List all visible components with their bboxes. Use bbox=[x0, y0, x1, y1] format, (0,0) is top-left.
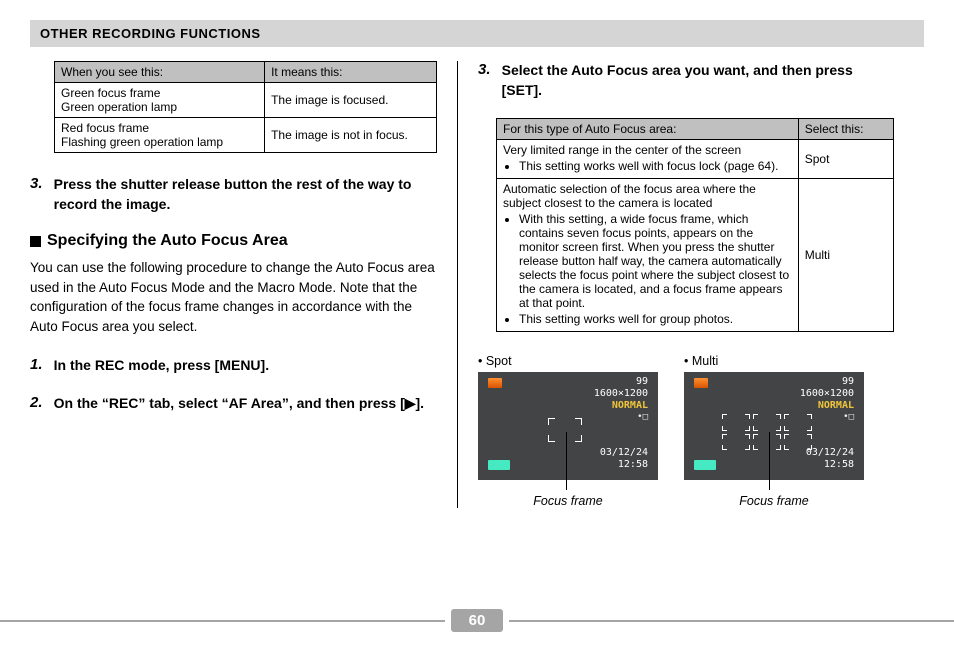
cell-text: Flashing green operation lamp bbox=[61, 135, 258, 149]
cell-text: The image is not in focus. bbox=[265, 118, 437, 153]
cell-text: Automatic selection of the focus area wh… bbox=[503, 182, 792, 210]
bullet-text: This setting works well with focus lock … bbox=[519, 159, 792, 173]
lcd-screen-multi: 99 1600×1200 NORMAL •□ 03/12/24 12:58 bbox=[684, 372, 864, 480]
cell-text: Red focus frame bbox=[61, 121, 258, 135]
af-area-table: For this type of Auto Focus area: Select… bbox=[496, 118, 894, 332]
shots-remaining: 99 bbox=[636, 376, 648, 387]
multi-label: • Multi bbox=[684, 354, 864, 368]
memory-icon: •□ bbox=[843, 412, 854, 422]
step-2: 2. On the “REC” tab, select “AF Area”, a… bbox=[30, 394, 437, 414]
page-number: 60 bbox=[451, 609, 504, 632]
table-row: Red focus frame Flashing green operation… bbox=[55, 118, 437, 153]
section-header: OTHER RECORDING FUNCTIONS bbox=[30, 20, 924, 47]
bullet-text: With this setting, a wide focus frame, w… bbox=[519, 212, 792, 310]
footer-rule bbox=[509, 620, 954, 622]
memory-icon: •□ bbox=[637, 412, 648, 422]
step-3-right: 3. Select the Auto Focus area you want, … bbox=[478, 61, 894, 100]
af-multi-desc: Automatic selection of the focus area wh… bbox=[497, 179, 799, 332]
multi-focus-frame bbox=[722, 414, 812, 450]
square-bullet-icon bbox=[30, 236, 41, 247]
cell-text: Green operation lamp bbox=[61, 100, 258, 114]
subheading: Specifying the Auto Focus Area bbox=[30, 232, 437, 250]
step-number: 1. bbox=[30, 356, 50, 373]
step-number: 3. bbox=[30, 175, 50, 192]
example-screens: • Spot 99 1600×1200 NORMAL •□ 03/12/24 1… bbox=[478, 354, 894, 508]
step-1: 1. In the REC mode, press [MENU]. bbox=[30, 356, 437, 376]
cell-text: Very limited range in the center of the … bbox=[503, 143, 792, 157]
content-columns: When you see this: It means this: Green … bbox=[30, 61, 924, 508]
step-body: In the REC mode, press [MENU]. bbox=[54, 356, 435, 376]
af-spot-desc: Very limited range in the center of the … bbox=[497, 140, 799, 179]
battery-icon bbox=[694, 460, 716, 470]
record-icon bbox=[488, 378, 502, 388]
th-see: When you see this: bbox=[55, 62, 265, 83]
af-multi-select: Multi bbox=[798, 179, 893, 332]
focus-status-table: When you see this: It means this: Green … bbox=[54, 61, 437, 153]
th-select: Select this: bbox=[798, 119, 893, 140]
right-column: 3. Select the Auto Focus area you want, … bbox=[458, 61, 894, 508]
lcd-screen-spot: 99 1600×1200 NORMAL •□ 03/12/24 12:58 bbox=[478, 372, 658, 480]
footer-rule bbox=[0, 620, 445, 622]
multi-example: • Multi 99 1600×1200 NORMAL •□ 03/12/24 … bbox=[684, 354, 864, 508]
shots-remaining: 99 bbox=[842, 376, 854, 387]
record-icon bbox=[694, 378, 708, 388]
step-body: On the “REC” tab, select “AF Area”, and … bbox=[54, 394, 435, 414]
step-body: Select the Auto Focus area you want, and… bbox=[502, 61, 892, 100]
th-af-type: For this type of Auto Focus area: bbox=[497, 119, 799, 140]
cell-text: Green focus frame bbox=[61, 86, 258, 100]
intro-paragraph: You can use the following procedure to c… bbox=[30, 258, 437, 336]
quality-text: NORMAL bbox=[612, 400, 648, 411]
time-text: 12:58 bbox=[824, 459, 854, 470]
resolution-text: 1600×1200 bbox=[594, 388, 648, 399]
step-number: 2. bbox=[30, 394, 50, 411]
step-number: 3. bbox=[478, 61, 498, 78]
left-column: When you see this: It means this: Green … bbox=[30, 61, 458, 508]
th-means: It means this: bbox=[265, 62, 437, 83]
date-text: 03/12/24 bbox=[806, 447, 854, 458]
spot-focus-frame bbox=[548, 418, 582, 442]
table-row: Automatic selection of the focus area wh… bbox=[497, 179, 894, 332]
step-body: Press the shutter release button the res… bbox=[54, 175, 435, 214]
leader-line bbox=[566, 432, 567, 490]
resolution-text: 1600×1200 bbox=[800, 388, 854, 399]
quality-text: NORMAL bbox=[818, 400, 854, 411]
table-row: Very limited range in the center of the … bbox=[497, 140, 894, 179]
leader-line bbox=[769, 432, 770, 490]
step-3-left: 3. Press the shutter release button the … bbox=[30, 175, 437, 214]
page-footer: 60 bbox=[0, 609, 954, 632]
cell-text: The image is focused. bbox=[265, 83, 437, 118]
time-text: 12:58 bbox=[618, 459, 648, 470]
subheading-text: Specifying the Auto Focus Area bbox=[47, 232, 288, 250]
date-text: 03/12/24 bbox=[600, 447, 648, 458]
spot-label: • Spot bbox=[478, 354, 658, 368]
spot-example: • Spot 99 1600×1200 NORMAL •□ 03/12/24 1… bbox=[478, 354, 658, 508]
battery-icon bbox=[488, 460, 510, 470]
table-row: Green focus frame Green operation lamp T… bbox=[55, 83, 437, 118]
bullet-text: This setting works well for group photos… bbox=[519, 312, 792, 326]
af-spot-select: Spot bbox=[798, 140, 893, 179]
